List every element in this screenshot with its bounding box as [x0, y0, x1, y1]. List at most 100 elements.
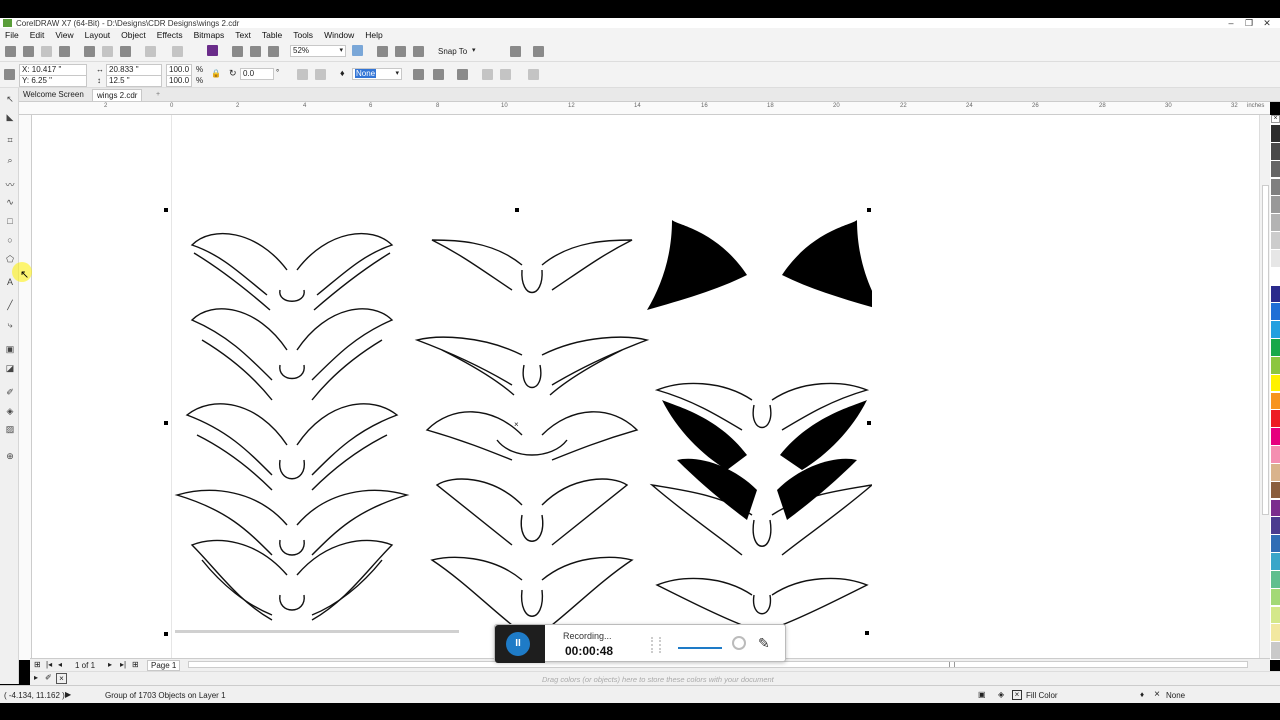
- eyedropper-icon[interactable]: ✐: [45, 673, 52, 682]
- object-height-field[interactable]: 12.5 ": [106, 75, 162, 87]
- no-color-swatch[interactable]: ×: [1271, 115, 1280, 123]
- horizontal-scroll-grip[interactable]: [949, 662, 955, 667]
- previous-page-first-icon[interactable]: |◂: [46, 660, 52, 669]
- vertical-ruler[interactable]: [19, 115, 32, 660]
- smart-fill-tool-icon[interactable]: ▨: [5, 424, 15, 434]
- selection-handle[interactable]: [865, 631, 869, 635]
- ellipse-tool-icon[interactable]: ○: [5, 235, 15, 245]
- color-swatch[interactable]: [1271, 642, 1280, 659]
- color-swatch[interactable]: [1271, 624, 1280, 642]
- redo-icon[interactable]: [172, 46, 183, 57]
- menu-text[interactable]: Text: [235, 30, 251, 40]
- connector-tool-icon[interactable]: ⤷: [5, 320, 15, 330]
- menu-table[interactable]: Table: [262, 30, 282, 40]
- color-swatch[interactable]: [1271, 142, 1280, 160]
- drag-handle[interactable]: [651, 637, 661, 653]
- microphone-volume-slider[interactable]: [678, 647, 722, 649]
- zoom-tool-icon[interactable]: ⌕: [5, 155, 15, 165]
- options-icon[interactable]: [510, 46, 521, 57]
- color-swatch[interactable]: [1271, 374, 1280, 392]
- menu-layout[interactable]: Layout: [85, 30, 111, 40]
- save-icon[interactable]: [41, 46, 52, 57]
- horizontal-scrollbar[interactable]: [188, 661, 1248, 668]
- transparency-tool-icon[interactable]: ◪: [5, 363, 15, 373]
- to-front-icon[interactable]: [413, 69, 424, 80]
- color-swatch[interactable]: [1271, 410, 1280, 428]
- color-swatch[interactable]: [1271, 517, 1280, 535]
- color-swatch[interactable]: [1271, 499, 1280, 517]
- mirror-vertical-icon[interactable]: [315, 69, 326, 80]
- paste-icon[interactable]: [120, 46, 131, 57]
- color-swatch[interactable]: [1271, 428, 1280, 445]
- export-icon[interactable]: [250, 46, 261, 57]
- new-icon[interactable]: [5, 46, 16, 57]
- show-grid-icon[interactable]: [395, 46, 406, 57]
- color-swatch[interactable]: [1271, 267, 1280, 285]
- minimize-button[interactable]: –: [1222, 18, 1240, 28]
- undo-icon[interactable]: [145, 46, 156, 57]
- full-screen-preview-icon[interactable]: [352, 45, 363, 56]
- expand-icon[interactable]: ▸: [34, 673, 38, 682]
- selection-handle[interactable]: [164, 632, 168, 636]
- interactive-fill-tool-icon[interactable]: ◈: [5, 406, 15, 416]
- show-rulers-icon[interactable]: [377, 46, 388, 57]
- menu-object[interactable]: Object: [121, 30, 146, 40]
- vertical-scrollbar[interactable]: [1259, 115, 1270, 660]
- parallel-dimension-tool-icon[interactable]: ╱: [5, 300, 15, 310]
- color-swatch[interactable]: [1271, 392, 1280, 410]
- wings-artwork[interactable]: [172, 215, 872, 630]
- color-swatch[interactable]: [1271, 570, 1280, 588]
- menu-file[interactable]: File: [5, 30, 19, 40]
- color-swatch[interactable]: [1271, 214, 1280, 231]
- new-tab-button[interactable]: +: [152, 89, 164, 101]
- rotation-angle-field[interactable]: 0.0: [240, 68, 274, 80]
- tab-wings-2[interactable]: wings 2.cdr: [92, 89, 143, 101]
- eyedropper-tool-icon[interactable]: ✐: [5, 387, 15, 397]
- first-page-icon[interactable]: ⊞: [34, 660, 41, 669]
- color-swatch[interactable]: [1271, 463, 1280, 481]
- next-page-icon[interactable]: ▸: [108, 660, 112, 669]
- color-swatch[interactable]: [1271, 356, 1280, 374]
- color-swatch[interactable]: [1271, 196, 1280, 214]
- selection-handle[interactable]: [164, 421, 168, 425]
- search-content-icon[interactable]: [207, 45, 218, 56]
- mirror-horizontal-icon[interactable]: [297, 69, 308, 80]
- selection-handle[interactable]: [515, 208, 519, 212]
- color-swatch[interactable]: [1271, 232, 1280, 249]
- quick-customize-icon[interactable]: ⊕: [5, 451, 15, 461]
- color-swatch[interactable]: [1271, 321, 1280, 338]
- page-tab[interactable]: Page 1: [147, 660, 181, 671]
- maximize-button[interactable]: ❐: [1240, 18, 1258, 28]
- selection-handle[interactable]: [867, 208, 871, 212]
- pause-button[interactable]: II: [506, 632, 530, 656]
- last-page-icon[interactable]: ▸|: [120, 660, 126, 669]
- menu-effects[interactable]: Effects: [157, 30, 183, 40]
- zoom-level-select[interactable]: 52% ▾: [290, 45, 346, 57]
- group-icon[interactable]: [482, 69, 493, 80]
- color-swatch[interactable]: [1271, 285, 1280, 303]
- freehand-tool-icon[interactable]: 〰: [5, 180, 15, 190]
- outline-width-select[interactable]: None ▾: [352, 68, 402, 80]
- color-swatch[interactable]: [1271, 553, 1280, 570]
- to-back-icon[interactable]: [433, 69, 444, 80]
- color-swatch[interactable]: [1271, 606, 1280, 624]
- color-swatch[interactable]: [1271, 160, 1280, 178]
- pen-icon[interactable]: ✎: [758, 635, 770, 652]
- copy-icon[interactable]: [102, 46, 113, 57]
- menu-tools[interactable]: Tools: [293, 30, 313, 40]
- drawing-canvas[interactable]: ×: [32, 115, 1259, 660]
- horizontal-ruler[interactable]: 2 0 2 4 6 8 10 12 14 16 18 20 22 24 26 2…: [19, 102, 1270, 115]
- object-origin-icon[interactable]: [4, 69, 15, 80]
- menu-window[interactable]: Window: [324, 30, 354, 40]
- color-proof-icon[interactable]: ▣: [978, 690, 986, 699]
- fill-swatch[interactable]: ×: [1012, 690, 1022, 700]
- publish-pdf-icon[interactable]: [268, 46, 279, 57]
- scale-height-field[interactable]: 100.0: [166, 75, 192, 87]
- color-swatch[interactable]: [1271, 178, 1280, 196]
- snap-to-dropdown-icon[interactable]: ▾: [472, 46, 476, 54]
- document-palette[interactable]: ▸ ✐ × Drag colors (or objects) here to s…: [30, 671, 1280, 685]
- import-icon[interactable]: [232, 46, 243, 57]
- shape-tool-icon[interactable]: ◣: [5, 112, 15, 122]
- convert-to-curves-icon[interactable]: [457, 69, 468, 80]
- lock-ratio-icon[interactable]: 🔒: [211, 69, 221, 78]
